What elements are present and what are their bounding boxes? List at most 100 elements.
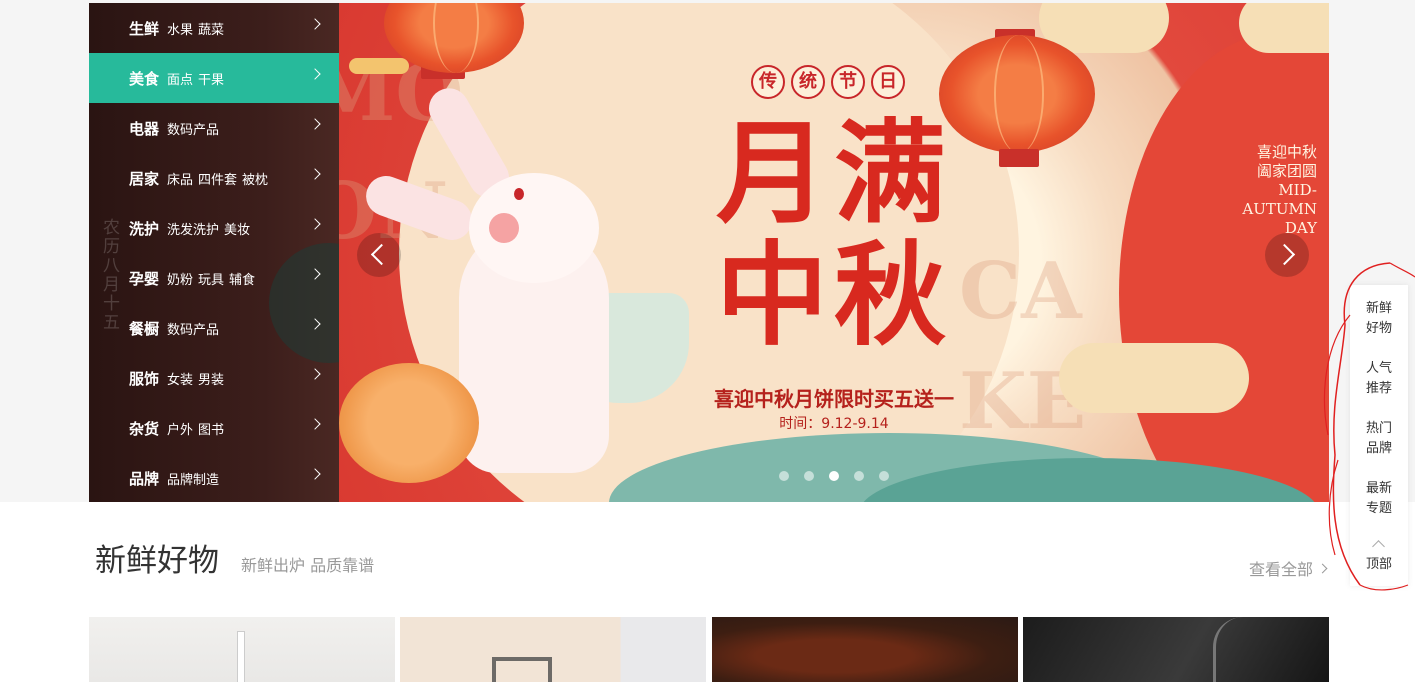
category-main-label: 孕婴: [129, 269, 160, 288]
category-item[interactable]: 美食 面点 干果: [89, 53, 339, 103]
tradition-char: 传: [751, 65, 785, 99]
cloud-icon: [1239, 3, 1329, 53]
category-sub-link[interactable]: 蔬菜: [198, 19, 224, 38]
category-sub-link[interactable]: 男装: [198, 369, 224, 388]
banner-right-note: 喜迎中秋 阖家团圆 MID- AUTUMN DAY: [1201, 143, 1317, 238]
section-subtitle: 新鲜出炉 品质靠谱: [241, 556, 375, 575]
float-nav-label: 热门: [1365, 421, 1392, 436]
chevron-up-icon: [1372, 540, 1385, 553]
float-nav-brand[interactable]: 热门 品牌: [1350, 419, 1408, 459]
chevron-right-icon: [309, 418, 321, 430]
category-sub-link[interactable]: 辅食: [229, 269, 255, 288]
category-main-label: 服饰: [129, 369, 160, 388]
product-card[interactable]: [712, 617, 1018, 682]
chevron-right-icon: [309, 18, 321, 30]
category-main-label: 洗护: [129, 219, 160, 238]
category-sub-link[interactable]: 面点: [167, 69, 193, 88]
chevron-right-icon: [309, 68, 321, 80]
category-item[interactable]: 生鲜 水果 蔬菜: [89, 3, 339, 53]
float-nav-label: 最新: [1365, 481, 1392, 496]
category-sub-link[interactable]: 美妆: [224, 219, 250, 238]
float-nav-topic[interactable]: 最新 专题: [1350, 479, 1408, 519]
float-nav-label: 好物: [1365, 321, 1392, 336]
bg-letters-ca: CA: [959, 246, 1082, 337]
chevron-right-icon: [309, 268, 321, 280]
category-item[interactable]: 餐橱 数码产品: [89, 303, 339, 353]
float-nav-label: 新鲜: [1365, 301, 1392, 316]
category-sub-link[interactable]: 玩具: [198, 269, 224, 288]
note-line: DAY: [1284, 219, 1317, 237]
category-sub-link[interactable]: 洗发洗护: [167, 219, 219, 238]
section-header: 新鲜好物 新鲜出炉 品质靠谱: [95, 535, 374, 580]
carousel-dot[interactable]: [804, 471, 814, 481]
float-nav-label: 推荐: [1365, 381, 1392, 396]
view-all-label: 查看全部: [1249, 560, 1314, 579]
tradition-char: 统: [791, 65, 825, 99]
note-line: AUTUMN: [1242, 200, 1317, 218]
note-line: 阖家团圆: [1256, 162, 1317, 180]
lantern-cap: [999, 149, 1039, 167]
category-sub-link[interactable]: 水果: [167, 19, 193, 38]
banner-title-line2: 中秋: [716, 231, 952, 361]
chevron-right-icon: [309, 118, 321, 130]
product-card[interactable]: [400, 617, 706, 682]
category-sub-link[interactable]: 奶粉: [167, 269, 193, 288]
cloud-icon: [1059, 343, 1249, 413]
category-sub-link[interactable]: 户外: [167, 419, 193, 438]
category-sub-link[interactable]: 图书: [198, 419, 224, 438]
chevron-right-icon: [309, 318, 321, 330]
category-sub-link[interactable]: 床品: [167, 169, 193, 188]
category-main-label: 美食: [129, 69, 160, 88]
category-sub-link[interactable]: 数码产品: [167, 319, 219, 338]
lantern-icon: [939, 35, 1095, 153]
category-sub-link[interactable]: 女装: [167, 369, 193, 388]
category-sub-link[interactable]: 干果: [198, 69, 224, 88]
category-main-label: 电器: [129, 119, 160, 138]
section-title: 新鲜好物: [95, 543, 219, 579]
note-line: MID-: [1278, 181, 1317, 199]
category-main-label: 居家: [129, 169, 160, 188]
chevron-right-icon: [309, 368, 321, 380]
chevron-right-icon: [309, 168, 321, 180]
banner-next-button[interactable]: [1265, 233, 1309, 277]
float-nav-label: 专题: [1365, 501, 1392, 516]
cloud-stripe: [349, 58, 409, 74]
category-item[interactable]: 服饰 女装 男装: [89, 353, 339, 403]
category-main-label: 杂货: [129, 419, 160, 438]
category-item[interactable]: 品牌 品牌制造: [89, 453, 339, 502]
banner-prev-button[interactable]: [357, 233, 401, 277]
category-item[interactable]: 洗护 洗发洗护 美妆: [89, 203, 339, 253]
hero-banner[interactable]: MO ON CA KE 传 统 节 日 月满 中秋 喜迎中秋月饼限时买五送一 时…: [339, 3, 1329, 502]
category-sub-link[interactable]: 被枕: [242, 169, 268, 188]
product-card[interactable]: [89, 617, 395, 682]
category-sub-link[interactable]: 品牌制造: [167, 469, 219, 488]
back-to-top-button[interactable]: 顶部: [1350, 555, 1408, 575]
float-nav-fresh[interactable]: 新鲜 好物: [1350, 299, 1408, 339]
product-image: [492, 657, 552, 682]
mooncake-icon: [339, 363, 479, 483]
chevron-right-icon: [1317, 563, 1328, 573]
carousel-dot[interactable]: [829, 471, 839, 481]
carousel-dot[interactable]: [879, 471, 889, 481]
category-item[interactable]: 居家 床品 四件套 被枕: [89, 153, 339, 203]
tradition-badges: 传 统 节 日: [751, 65, 905, 99]
note-line: 喜迎中秋: [1256, 143, 1317, 161]
view-all-link[interactable]: 查看全部: [1249, 556, 1328, 580]
back-to-top-label: 顶部: [1365, 557, 1392, 572]
floating-nav: 新鲜 好物 人气 推荐 热门 品牌 最新 专题 顶部: [1350, 285, 1408, 586]
category-sub-link[interactable]: 四件套: [198, 169, 237, 188]
float-nav-label: 品牌: [1365, 441, 1392, 456]
category-item[interactable]: 电器 数码产品: [89, 103, 339, 153]
carousel-dot[interactable]: [854, 471, 864, 481]
float-nav-label: 人气: [1365, 361, 1392, 376]
category-sub-link[interactable]: 数码产品: [167, 119, 219, 138]
chevron-right-icon: [309, 218, 321, 230]
product-card[interactable]: [1023, 617, 1329, 682]
product-image: [1213, 617, 1273, 682]
category-item[interactable]: 孕婴 奶粉 玩具 辅食: [89, 253, 339, 303]
tradition-char: 日: [871, 65, 905, 99]
banner-title-line1: 月满: [716, 109, 952, 239]
carousel-dot[interactable]: [779, 471, 789, 481]
float-nav-popular[interactable]: 人气 推荐: [1350, 359, 1408, 399]
category-item[interactable]: 杂货 户外 图书: [89, 403, 339, 453]
